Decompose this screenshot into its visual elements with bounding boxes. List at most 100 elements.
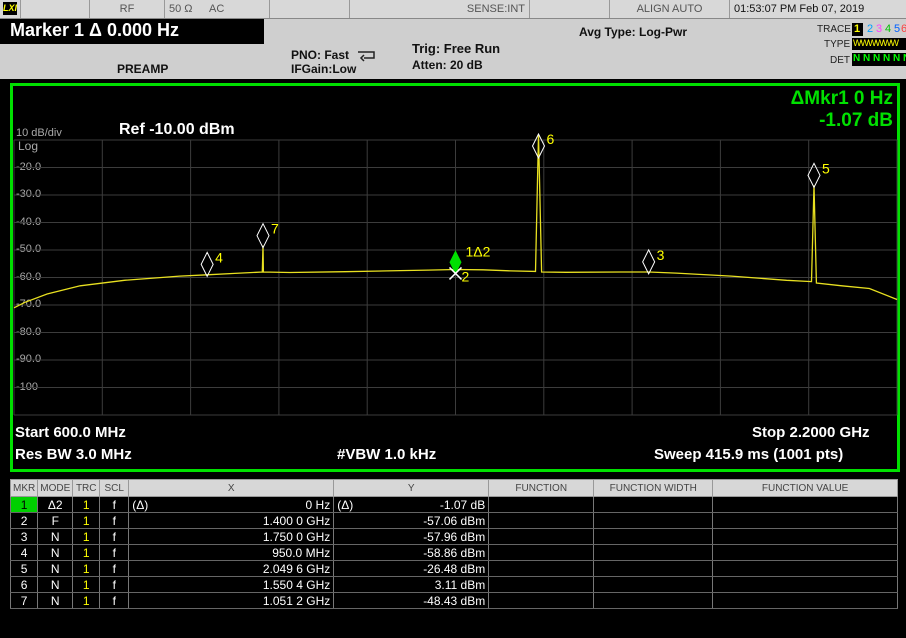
col-function-value: FUNCTION VALUE: [712, 479, 898, 497]
start-frequency[interactable]: Start 600.0 MHz: [15, 424, 126, 441]
marker-3-icon: [642, 248, 656, 276]
marker-number-cell: 7: [9, 592, 39, 609]
marker-scale-cell: f: [99, 544, 130, 561]
marker-function-cell: [488, 496, 595, 513]
col-mkr: MKR: [9, 479, 39, 497]
marker-function-cell: [488, 576, 595, 593]
marker-function-cell: [488, 512, 595, 529]
marker-number-cell: 6: [9, 576, 39, 593]
marker-trace-cell: 1: [72, 560, 101, 577]
marker-number-cell: 4: [9, 544, 39, 561]
marker-7-label: 7: [271, 221, 279, 237]
marker-mode-cell: N: [37, 592, 74, 609]
marker-y-cell: 3.11 dBm: [333, 576, 490, 593]
marker-function-width-cell: [593, 592, 714, 609]
marker-scale-cell: f: [99, 560, 130, 577]
col-function-width: FUNCTION WIDTH: [593, 479, 714, 497]
marker-number-cell: 2: [9, 512, 39, 529]
marker-scale-cell: f: [99, 528, 130, 545]
col-y: Y: [333, 479, 490, 497]
marker-3-label: 3: [657, 247, 665, 263]
marker-scale-cell: f: [99, 592, 130, 609]
marker-function-width-cell: [593, 544, 714, 561]
marker-x-cell: 1.750 0 GHz: [128, 528, 335, 545]
marker-mode-cell: Δ2: [37, 496, 74, 513]
marker-y-cell: (Δ) -1.07 dB: [333, 496, 490, 513]
marker-function-value-cell: [712, 576, 898, 593]
marker-trace-cell: 1: [72, 528, 101, 545]
marker-5-icon: [807, 162, 821, 189]
marker-y-cell: -57.96 dBm: [333, 528, 490, 545]
marker-x-cell: 2.049 6 GHz: [128, 560, 335, 577]
marker-function-cell: [488, 560, 595, 577]
marker-table-body: 1 Δ2 1 f (Δ) 0 Hz (Δ) -1.07 dB 2 F 1 f 1.400 0 GHz -5…: [9, 496, 898, 609]
marker-y-cell: -48.43 dBm: [333, 592, 490, 609]
marker-4-label: 4: [215, 249, 223, 265]
marker-1-icon: [449, 250, 462, 275]
marker-y-cell: -57.06 dBm: [333, 512, 490, 529]
marker-trace-cell: 1: [72, 544, 101, 561]
col-x: X: [128, 479, 335, 497]
marker-function-cell: [488, 592, 595, 609]
marker-function-width-cell: [593, 512, 714, 529]
marker-x-cell: 1.051 2 GHz: [128, 592, 335, 609]
video-bandwidth[interactable]: #VBW 1.0 kHz: [337, 446, 436, 463]
marker-function-width-cell: [593, 576, 714, 593]
marker-number-cell: 3: [9, 528, 39, 545]
marker-7-icon: [256, 222, 270, 249]
table-row[interactable]: 7 N 1 f 1.051 2 GHz -48.43 dBm: [9, 592, 898, 609]
marker-number-cell: 5: [9, 560, 39, 577]
marker-x-cell: 950.0 MHz: [128, 544, 335, 561]
marker-function-width-cell: [593, 528, 714, 545]
marker-function-value-cell: [712, 512, 898, 529]
marker-y-cell: -26.48 dBm: [333, 560, 490, 577]
marker-function-width-cell: [593, 496, 714, 513]
graticule-grid: [13, 139, 898, 416]
table-row[interactable]: 4 N 1 f 950.0 MHz -58.86 dBm: [9, 544, 898, 561]
col-mode: MODE: [37, 479, 74, 497]
table-header-row: MKR MODE TRC SCL X Y FUNCTION FUNCTION W…: [9, 479, 898, 497]
marker-trace-cell: 1: [72, 592, 101, 609]
col-scl: SCL: [99, 479, 130, 497]
marker-scale-cell: f: [99, 496, 130, 513]
marker-1-label: 1Δ2: [466, 243, 491, 259]
marker-mode-cell: N: [37, 528, 74, 545]
stop-frequency[interactable]: Stop 2.2000 GHz: [752, 424, 870, 441]
marker-function-cell: [488, 544, 595, 561]
marker-x-cell: 1.400 0 GHz: [128, 512, 335, 529]
marker-y-cell: -58.86 dBm: [333, 544, 490, 561]
table-row[interactable]: 3 N 1 f 1.750 0 GHz -57.96 dBm: [9, 528, 898, 545]
marker-trace-cell: 1: [72, 512, 101, 529]
marker-mode-cell: N: [37, 544, 74, 561]
col-trc: TRC: [72, 479, 101, 497]
marker-function-value-cell: [712, 528, 898, 545]
marker-scale-cell: f: [99, 576, 130, 593]
marker-function-value-cell: [712, 496, 898, 513]
marker-4-icon: [200, 251, 214, 278]
marker-2-label: 2: [462, 268, 470, 284]
marker-x-cell: (Δ) 0 Hz: [128, 496, 335, 513]
table-row[interactable]: 2 F 1 f 1.400 0 GHz -57.06 dBm: [9, 512, 898, 529]
sweep-time[interactable]: Sweep 415.9 ms (1001 pts): [654, 446, 843, 463]
marker-6-label: 6: [547, 131, 555, 147]
marker-layer: 1Δ2 2 3 4 5 6 7: [200, 131, 830, 284]
table-row[interactable]: 5 N 1 f 2.049 6 GHz -26.48 dBm: [9, 560, 898, 577]
resolution-bandwidth[interactable]: Res BW 3.0 MHz: [15, 446, 132, 463]
marker-mode-cell: N: [37, 560, 74, 577]
marker-function-value-cell: [712, 544, 898, 561]
marker-number-cell: 1: [9, 496, 39, 513]
marker-5-label: 5: [822, 160, 830, 176]
marker-mode-cell: N: [37, 576, 74, 593]
marker-function-value-cell: [712, 592, 898, 609]
table-row[interactable]: 1 Δ2 1 f (Δ) 0 Hz (Δ) -1.07 dB: [9, 496, 898, 513]
marker-function-cell: [488, 528, 595, 545]
marker-x-cell: 1.550 4 GHz: [128, 576, 335, 593]
marker-trace-cell: 1: [72, 496, 101, 513]
col-function: FUNCTION: [488, 479, 595, 497]
marker-trace-cell: 1: [72, 576, 101, 593]
table-row[interactable]: 6 N 1 f 1.550 4 GHz 3.11 dBm: [9, 576, 898, 593]
marker-function-value-cell: [712, 560, 898, 577]
marker-scale-cell: f: [99, 512, 130, 529]
spectrum-chart[interactable]: 1Δ2 2 3 4 5 6 7: [0, 0, 906, 478]
marker-table: MKR MODE TRC SCL X Y FUNCTION FUNCTION W…: [9, 479, 898, 609]
